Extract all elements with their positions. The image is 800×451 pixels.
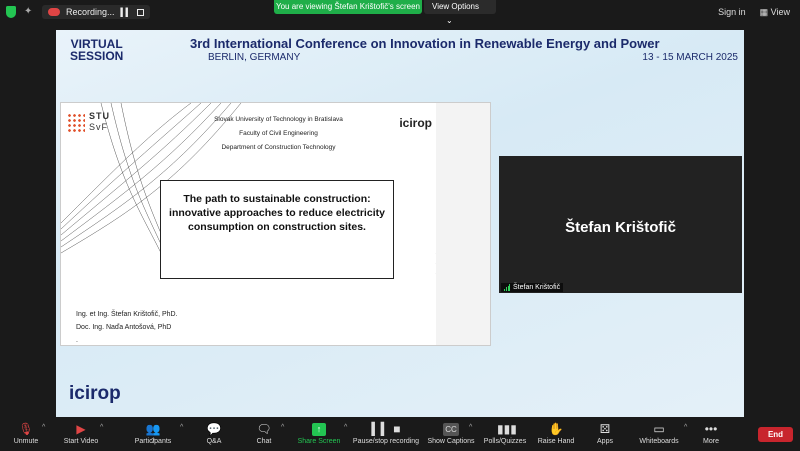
icirop-logo-small: icirop: [399, 116, 432, 130]
university-name: Slovak University of Technology in Brati…: [214, 116, 343, 123]
participants-options-chevron-icon[interactable]: ^: [180, 424, 183, 431]
captions-options-chevron-icon[interactable]: ^: [469, 424, 472, 431]
pause-recording-label: Pause/stop recording: [352, 438, 420, 445]
participant-video-tile[interactable]: Štefan Krištofič Štefan Krištofič: [499, 156, 742, 293]
pause-recording-icon[interactable]: ▍▍: [121, 8, 132, 17]
whiteboards-label: Whiteboards: [639, 438, 679, 445]
chevron-down-icon: ⌄: [446, 16, 453, 25]
view-button[interactable]: ▦ View: [760, 7, 790, 18]
sign-in-link[interactable]: Sign in: [718, 7, 746, 18]
stu-logo-line1: STU: [89, 111, 110, 121]
top-bar-right: Sign in ▦ View: [718, 7, 790, 18]
apps-icon: ⚄: [599, 422, 611, 436]
recording-indicator[interactable]: Recording... ▍▍: [42, 5, 150, 19]
video-off-icon: ▶: [76, 422, 86, 436]
share-screen-icon: ↑: [312, 423, 326, 436]
audio-options-chevron-icon[interactable]: ^: [42, 424, 45, 431]
chat-options-chevron-icon[interactable]: ^: [281, 424, 284, 431]
share-screen-button[interactable]: ↑ Share Screen: [296, 419, 342, 445]
author-2: Doc. Ing. Naďa Antošová, PhD: [76, 324, 172, 331]
whiteboards-options-chevron-icon[interactable]: ^: [684, 424, 687, 431]
unmute-label: Unmute: [13, 438, 39, 445]
virtual-session-label: VIRTUAL SESSION: [70, 38, 123, 62]
presentation-slide: STU SvF Slovak University of Technology …: [60, 102, 491, 346]
stu-logo-line2: SvF: [89, 122, 109, 132]
start-video-button[interactable]: ▶ Start Video: [58, 419, 104, 446]
stop-recording-icon[interactable]: [136, 8, 144, 16]
signal-strength-icon: [504, 284, 510, 291]
cloud-recording-icon: [48, 8, 60, 16]
conference-date: 13 - 15 MARCH 2025: [642, 52, 738, 63]
presentation-title: The path to sustainable construction: in…: [160, 180, 394, 279]
start-video-label: Start Video: [63, 438, 99, 445]
more-dots-icon: •••: [704, 422, 718, 436]
department-name: Department of Construction Technology: [221, 144, 336, 151]
participants-icon: 👥7: [145, 422, 161, 446]
view-options-button[interactable]: View Options ⌄: [424, 0, 496, 25]
polls-button[interactable]: ▮▮▮ Polls/Quizzes: [482, 419, 528, 446]
raise-hand-label: Raise Hand: [537, 438, 575, 445]
qa-button[interactable]: 💬 Q&A: [200, 419, 228, 446]
more-button[interactable]: ••• More: [698, 419, 724, 446]
participant-tag-label: Štefan Krištofič: [513, 284, 561, 291]
stu-dots-icon: [67, 113, 85, 133]
view-label: View: [770, 7, 790, 17]
unmute-button[interactable]: 🎙 Unmute: [6, 419, 46, 446]
stu-svf-logo: STU SvF: [67, 111, 117, 135]
raise-hand-button[interactable]: ✋ Raise Hand: [536, 419, 576, 446]
polls-label: Polls/Quizzes: [483, 438, 527, 445]
chat-button[interactable]: 🗨 Chat: [250, 419, 278, 446]
session-label: SESSION: [70, 49, 124, 63]
hand-icon: ✋: [548, 422, 564, 436]
top-bar-left: ✦ Recording... ▍▍: [6, 5, 150, 19]
show-captions-button[interactable]: CC Show Captions: [426, 419, 476, 445]
whiteboards-button[interactable]: ▭ Whiteboards: [636, 419, 682, 446]
author-3: .: [76, 337, 78, 344]
pin-icon[interactable]: ✦: [24, 7, 34, 17]
whiteboard-icon: ▭: [653, 422, 665, 436]
polls-chart-icon: ▮▮▮: [497, 422, 517, 436]
faculty-name: Faculty of Civil Engineering: [239, 130, 318, 137]
participants-button[interactable]: 👥7 Participants: [130, 419, 176, 446]
authors-block: Ing. et Ing. Štefan Krištofič, PhD. Doc.…: [76, 308, 178, 345]
top-bar: ✦ Recording... ▍▍ You are viewing Štefan…: [0, 0, 800, 25]
microphone-muted-icon: 🎙: [18, 422, 34, 436]
chat-label: Chat: [256, 438, 272, 445]
pause-recording-button[interactable]: ▍▍ ■ Pause/stop recording: [352, 419, 420, 446]
share-options-chevron-icon[interactable]: ^: [344, 424, 347, 431]
more-label: More: [703, 438, 719, 445]
viewing-screen-banner: You are viewing Štefan Krištofič's scree…: [274, 0, 422, 14]
encryption-shield-icon[interactable]: [6, 6, 16, 18]
show-captions-label: Show Captions: [427, 438, 475, 445]
share-screen-label: Share Screen: [297, 438, 341, 445]
conference-title: 3rd International Conference on Innovati…: [190, 36, 660, 51]
apps-label: Apps: [597, 438, 613, 445]
captions-icon: CC: [443, 423, 459, 436]
recording-label: Recording...: [66, 7, 115, 17]
view-grid-icon: ▦: [759, 7, 771, 17]
author-1: Ing. et Ing. Štefan Krištofič, PhD.: [76, 311, 178, 318]
icirop-logo-large: icirop: [69, 383, 121, 404]
pause-stop-recording-icon: ▍▍ ■: [371, 422, 401, 436]
view-options-label: View Options: [432, 2, 479, 11]
meeting-toolbar: 🎙 Unmute ^ ▶ Start Video ^ 👥7 Participan…: [0, 419, 800, 450]
participant-name: Štefan Krištofič: [565, 219, 676, 236]
video-options-chevron-icon[interactable]: ^: [100, 424, 103, 431]
participants-label: Participants: [134, 438, 172, 445]
chat-icon: 🗨: [256, 422, 272, 436]
end-meeting-button[interactable]: End: [758, 427, 793, 442]
slide-right-panel: [436, 103, 490, 345]
participant-name-tag: Štefan Krištofič: [501, 283, 564, 292]
apps-button[interactable]: ⚄ Apps: [592, 419, 618, 446]
institution-block: Slovak University of Technology in Brati…: [191, 113, 366, 155]
qa-label: Q&A: [206, 438, 222, 445]
conference-place: BERLIN, GERMANY: [208, 52, 301, 63]
qa-icon: 💬: [206, 422, 222, 436]
